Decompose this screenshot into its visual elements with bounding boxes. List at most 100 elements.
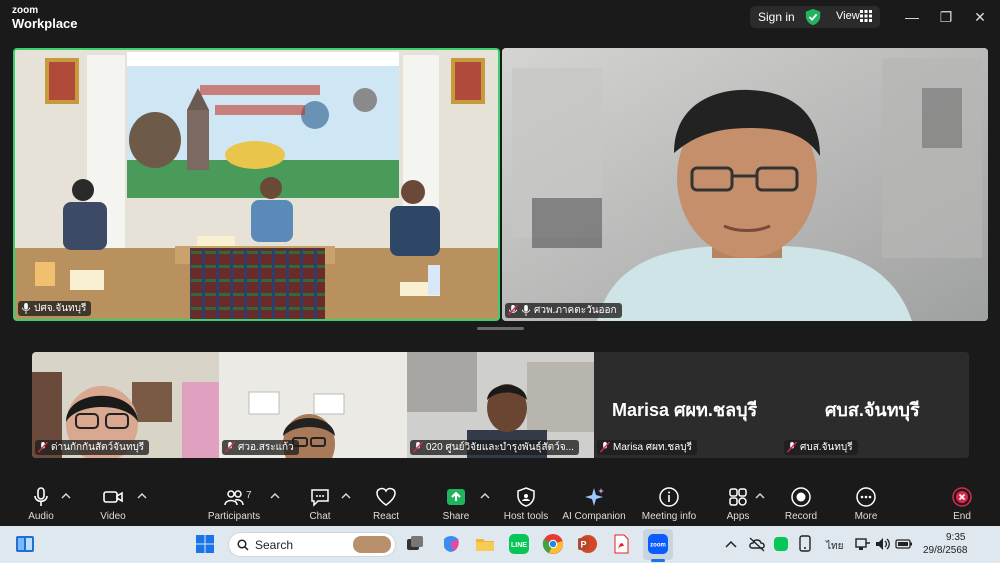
participants-button[interactable]: Participants — [199, 486, 269, 522]
tray-app-icon[interactable] — [796, 533, 814, 555]
task-view-icon[interactable] — [404, 533, 426, 555]
cloud-sync-icon[interactable] — [748, 533, 766, 555]
active-app-indicator — [651, 559, 665, 562]
meeting-toolbar: Audio Video Participants 7 Chat React Sh… — [0, 480, 1000, 526]
chrome-icon[interactable] — [542, 533, 564, 555]
participant-video — [502, 48, 988, 321]
chevron-up-icon[interactable] — [61, 492, 71, 500]
logo-top-text: zoom — [12, 5, 39, 16]
chevron-up-icon[interactable] — [270, 492, 280, 500]
sign-in-button[interactable]: Sign in — [758, 10, 795, 24]
gallery-tile[interactable]: Marisa ศผท.ชลบุรี Marisa ศผท.ชลบุรี — [594, 352, 781, 458]
chat-icon — [311, 489, 329, 507]
windows-start-icon[interactable] — [194, 533, 216, 555]
chevron-up-icon[interactable] — [341, 492, 351, 500]
participant-name: 020 ศูนย์วิจัยและบำรุงพันธุ์สัตว์จ... — [426, 442, 574, 453]
share-screen-icon — [447, 489, 465, 505]
participant-name-tag: ด่านกักกันสัตว์จันทบุรี — [35, 440, 150, 455]
search-placeholder: Search — [255, 538, 294, 552]
meeting-info-label: Meeting info — [641, 511, 697, 522]
video-label: Video — [100, 511, 126, 522]
clock-date[interactable]: 29/8/2568 — [923, 545, 968, 556]
host-tools-button[interactable]: Host tools — [491, 486, 561, 522]
volume-icon[interactable] — [874, 533, 892, 555]
more-dots-icon — [856, 487, 876, 507]
info-icon — [659, 487, 679, 507]
logo-bottom-text: Workplace — [12, 16, 78, 31]
shield-icon — [517, 487, 535, 507]
clock-time[interactable]: 9:35 — [946, 532, 965, 543]
gallery-strip: ด่านกักกันสัตว์จันทบุรี ศวอ.สระแก้ว 020 … — [32, 352, 969, 458]
powerpoint-icon[interactable]: P — [576, 533, 598, 555]
muted-microphone-icon — [787, 442, 797, 453]
gallery-tile[interactable]: ศบส.จันทบุรี ศบส.จันทบุรี — [781, 352, 969, 458]
microphone-icon — [21, 303, 31, 314]
participant-name: ศวอ.สระแก้ว — [238, 442, 294, 453]
meeting-info-button[interactable]: Meeting info — [634, 486, 704, 522]
muted-microphone-icon — [225, 442, 235, 453]
participant-name-tag: ศวอ.สระแก้ว — [222, 440, 299, 455]
security-shield-icon[interactable] — [804, 8, 822, 26]
apps-icon — [729, 488, 747, 506]
react-button[interactable]: React — [351, 486, 421, 522]
muted-microphone-icon — [600, 442, 610, 453]
participant-display-name: ศบส.จันทบุรี — [825, 400, 920, 420]
restore-icon[interactable]: ❐ — [936, 7, 956, 27]
record-icon — [791, 487, 811, 507]
svg-text:zoom: zoom — [650, 543, 666, 549]
chevron-up-icon[interactable] — [755, 492, 765, 500]
ai-companion-button[interactable]: AI Companion — [559, 486, 629, 522]
network-icon[interactable] — [854, 533, 872, 555]
video-tile-participant[interactable]: ศวพ.ภาคตะวันออก — [502, 48, 988, 321]
input-language-indicator[interactable]: ไทย — [826, 539, 843, 554]
record-button[interactable]: Record — [766, 486, 836, 522]
participant-name: ด่านกักกันสัตว์จันทบุรี — [51, 442, 145, 453]
audio-label: Audio — [28, 511, 54, 522]
host-tools-label: Host tools — [503, 511, 549, 522]
gallery-tile[interactable]: ด่านกักกันสัตว์จันทบุรี — [32, 352, 219, 458]
widgets-icon[interactable] — [14, 533, 36, 555]
more-button[interactable]: More — [831, 486, 901, 522]
gallery-tile[interactable]: ศวอ.สระแก้ว — [219, 352, 407, 458]
more-label: More — [854, 511, 878, 522]
pdf-reader-icon[interactable] — [610, 533, 632, 555]
participant-name-tag: Marisa ศผท.ชลบุรี — [597, 440, 697, 455]
file-explorer-icon[interactable] — [474, 533, 496, 555]
end-call-icon — [952, 487, 972, 507]
video-tile-active-speaker[interactable]: ปศจ.จันทบุรี — [13, 48, 500, 321]
search-icon — [237, 539, 249, 551]
react-label: React — [372, 511, 400, 522]
microphone-icon — [34, 487, 48, 506]
participants-count: 7 — [246, 490, 252, 501]
share-label: Share — [442, 511, 470, 522]
title-bar: zoom Workplace Sign in View — ❐ ✕ — [0, 0, 1000, 34]
zoom-app-icon[interactable]: zoom — [647, 533, 669, 555]
chevron-up-icon[interactable] — [724, 533, 738, 555]
taskbar-search-box[interactable]: Search — [228, 532, 396, 557]
chevron-up-icon[interactable] — [480, 492, 490, 500]
line-app-icon[interactable]: LINE — [508, 533, 530, 555]
muted-microphone-icon — [413, 442, 423, 453]
chevron-up-icon[interactable] — [137, 492, 147, 500]
grid-view-icon[interactable] — [860, 10, 872, 22]
heart-icon — [376, 487, 396, 506]
participant-name: ศวพ.ภาคตะวันออก — [534, 305, 617, 316]
participant-name-tag: ศวพ.ภาคตะวันออก — [505, 303, 622, 318]
participant-display-name: Marisa ศผท.ชลบุรี — [612, 400, 758, 420]
close-icon[interactable]: ✕ — [970, 7, 990, 27]
zoom-logo: zoom Workplace — [12, 5, 78, 31]
record-label: Record — [784, 511, 818, 522]
participants-label: Participants — [207, 511, 261, 522]
participant-name-tag: ศบส.จันทบุรี — [784, 440, 858, 455]
line-tray-icon[interactable] — [772, 533, 790, 555]
end-meeting-button[interactable]: End — [927, 486, 997, 522]
gallery-tile[interactable]: 020 ศูนย์วิจัยและบำรุงพันธุ์สัตว์จ... — [407, 352, 594, 458]
muted-microphone-icon — [508, 305, 518, 316]
battery-icon[interactable] — [895, 533, 913, 555]
participant-name-tag: 020 ศูนย์วิจัยและบำรุงพันธุ์สัตว์จ... — [410, 440, 579, 455]
copilot-icon[interactable] — [440, 533, 462, 555]
minimize-icon[interactable]: — — [902, 7, 922, 27]
participant-name: ศบส.จันทบุรี — [800, 442, 853, 453]
resize-handle[interactable] — [477, 327, 524, 330]
view-button[interactable]: View — [836, 10, 860, 22]
